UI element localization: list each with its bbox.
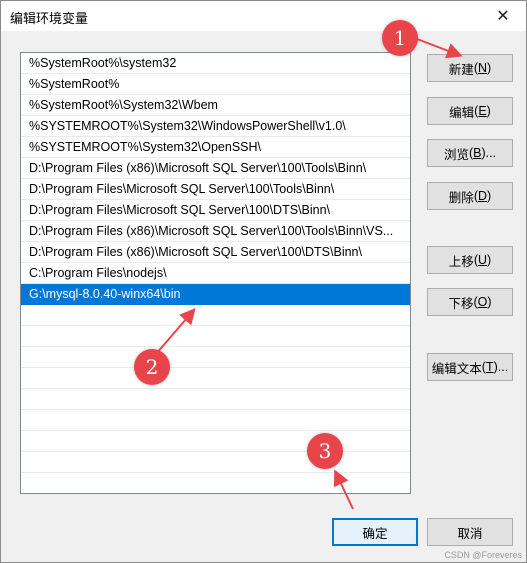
edit-env-variable-dialog: 编辑环境变量 ✕ %SystemRoot%\system32 %SystemRoo… xyxy=(0,0,527,563)
arrow-3 xyxy=(333,469,354,510)
annotation-badge-3: 3 xyxy=(307,433,343,469)
arrow-1 xyxy=(416,38,463,59)
annotation-badge-2: 2 xyxy=(134,349,170,385)
arrow-2 xyxy=(155,307,196,355)
annotation-arrows xyxy=(155,38,463,510)
annotation-badge-1: 1 xyxy=(382,20,418,56)
watermark: CSDN @Foreveres xyxy=(444,550,522,560)
